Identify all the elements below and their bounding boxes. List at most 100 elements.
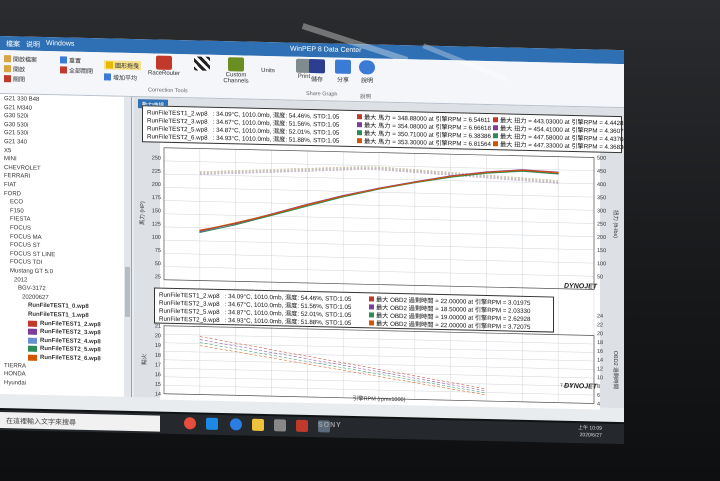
sidebar-item[interactable]: TIERRA xyxy=(4,363,26,369)
lower-y-right-tick-label: 16 xyxy=(597,349,603,355)
y-right-tick-label: 50 xyxy=(597,274,603,280)
y-tick-label: 75 xyxy=(155,248,161,254)
dynojet-logo: DYNOJET xyxy=(564,282,598,291)
edge-icon[interactable] xyxy=(230,418,242,431)
sidebar-item[interactable]: RunFileTEST2_4.wp8 xyxy=(28,337,101,345)
close-all-button[interactable]: 全部關閉 xyxy=(60,65,93,75)
taskbar-clock[interactable]: 上午 10:09 2020/6/27 xyxy=(578,425,602,440)
sidebar-item[interactable]: F150 xyxy=(10,208,24,214)
menu-file[interactable]: 檔案 xyxy=(6,39,20,49)
sidebar-item[interactable]: BGV-3172 xyxy=(18,286,46,293)
y-tick-label: 25 xyxy=(155,274,161,280)
sidebar-item[interactable]: 20200627 xyxy=(22,294,49,301)
refresh-icon xyxy=(60,56,67,64)
sidebar-item[interactable]: G21 530i xyxy=(4,130,28,137)
y-tick-label: 100 xyxy=(152,235,161,241)
help-button[interactable]: 說明 xyxy=(352,60,382,85)
file-tree-sidebar: G21 330 B48 G21 M340 G30 520i G30 530i G21 5… xyxy=(0,94,132,397)
reset-button[interactable]: 重置 xyxy=(60,55,81,65)
windows-icon[interactable] xyxy=(206,417,218,430)
add-average-button[interactable]: 增加平均 xyxy=(104,72,137,82)
series-swatch xyxy=(493,132,498,138)
sidebar-item[interactable]: G21 340 xyxy=(4,139,27,146)
sidebar-item-label: G21 M340 xyxy=(4,104,33,112)
run-color-swatch[interactable] xyxy=(28,337,37,344)
sidebar-item-label: Hyundai xyxy=(4,379,27,387)
sidebar-item[interactable]: FOCUS xyxy=(10,225,31,231)
sidebar-item[interactable]: X5 xyxy=(4,148,11,154)
sidebar-item[interactable]: RunFileTEST1_0.wp8 xyxy=(28,303,89,310)
sidebar-item-label: G21 330 B48 xyxy=(4,96,40,103)
sidebar-item-label: G30 520i xyxy=(4,113,29,120)
sidebar-item[interactable]: FOCUS ST xyxy=(10,242,40,249)
scrollbar-thumb[interactable] xyxy=(125,266,130,317)
sidebar-item[interactable]: MINI xyxy=(4,156,17,162)
sidebar-item[interactable]: ECO xyxy=(10,199,23,205)
lower-y-tick-label: 18 xyxy=(155,353,161,359)
sidebar-item[interactable]: G21 330 B48 xyxy=(4,96,39,103)
sidebar-item[interactable]: 2012 xyxy=(14,277,27,283)
sidebar-item[interactable]: CHEVROLET xyxy=(4,165,41,172)
y-right-tick-label: 100 xyxy=(597,261,606,267)
sidebar-item[interactable]: RunFileTEST2_6.wp8 xyxy=(28,354,101,363)
open-file-button[interactable]: 開啟檔案 xyxy=(4,54,37,64)
lower-y-tick-label: 15 xyxy=(155,382,161,388)
sidebar-item[interactable]: FERRARI xyxy=(4,173,30,180)
run-color-swatch[interactable] xyxy=(28,328,37,336)
sidebar-scrollbar[interactable] xyxy=(124,96,131,397)
app-icon[interactable] xyxy=(296,419,308,432)
sidebar-item[interactable]: G21 M340 xyxy=(4,105,32,112)
store-icon[interactable] xyxy=(274,419,286,432)
series-swatch xyxy=(369,295,374,301)
sidebar-item-label: X5 xyxy=(4,147,12,154)
sidebar-item-label: G21 530i xyxy=(4,130,29,138)
channels-icon xyxy=(228,57,244,72)
close-button[interactable]: 關閉 xyxy=(4,74,25,84)
sidebar-item-label: ECO xyxy=(10,199,24,206)
monitor-frame: 檔案 说明 Windows WinPEP 8 Data Center 開啟檔案 … xyxy=(0,0,720,481)
sidebar-item[interactable]: FIAT xyxy=(4,182,17,188)
sidebar-item[interactable]: RunFileTEST2_5.wp8 xyxy=(28,346,101,354)
y-tick-label: 200 xyxy=(152,182,161,188)
sidebar-item[interactable]: FOCUS ST LINE xyxy=(10,251,55,258)
sidebar-item-label: F150 xyxy=(10,208,24,215)
chrome-icon[interactable] xyxy=(184,417,196,430)
sidebar-item-label: RunFileTEST2_6.wp8 xyxy=(40,354,101,363)
sidebar-item-label: BGV-3172 xyxy=(18,285,46,293)
sidebar-item[interactable]: Mustang GT 5.0 xyxy=(10,268,53,275)
sidebar-item[interactable]: G30 520i xyxy=(4,113,28,120)
menu-windows[interactable]: Windows xyxy=(46,40,74,48)
folder-icon[interactable] xyxy=(252,418,264,431)
open-button[interactable]: 開啟 xyxy=(4,64,25,74)
window-title: WinPEP 8 Data Center xyxy=(290,45,362,55)
max-torque-stats: 最大 扭力 = 443.03000 at 引擎RPM = 4.44285 最大 扭… xyxy=(143,116,624,173)
taskbar-search-input[interactable]: 在這裡輸入文字來搜尋 xyxy=(0,412,160,432)
sidebar-item[interactable]: RunFileTEST2_3.wp8 xyxy=(28,328,101,336)
lower-y-right-tick-label: 20 xyxy=(597,331,603,337)
run-color-swatch[interactable] xyxy=(28,346,37,353)
sidebar-item[interactable]: FORD xyxy=(4,191,21,197)
run-color-swatch[interactable] xyxy=(28,320,37,327)
sidebar-item[interactable]: FIESTA xyxy=(10,217,31,223)
sidebar-item[interactable]: G30 530i xyxy=(4,122,28,129)
sidebar-item[interactable]: FOCUS TDI xyxy=(10,260,42,267)
sidebar-item-label: MINI xyxy=(4,156,17,163)
lower-y-tick-label: 16 xyxy=(155,372,161,378)
sidebar-item[interactable]: FOCUS MA xyxy=(10,234,42,241)
menu-help[interactable]: 说明 xyxy=(26,40,40,50)
max-hp-stats: 最大 馬力 = 348.88000 at 引擎RPM = 6.54611 最大 馬… xyxy=(143,113,621,159)
sidebar-item[interactable]: Hyundai xyxy=(4,380,26,386)
folder-icon xyxy=(4,65,11,73)
sidebar-item-label: RunFileTEST2_4.wp8 xyxy=(40,337,101,346)
lower-y-right-tick-label: 12 xyxy=(597,366,603,372)
sidebar-item[interactable]: RunFileTEST1_1.wp8 xyxy=(28,312,89,319)
lower-y-right-tick-label: 22 xyxy=(597,322,603,328)
run-color-swatch[interactable] xyxy=(28,354,37,361)
rpm-readout: 7.412 xyxy=(560,382,573,389)
sidebar-item[interactable]: RunFileTEST1_2.wp8 xyxy=(28,320,101,328)
sidebar-item[interactable]: HONDA xyxy=(4,371,26,377)
series-swatch xyxy=(369,311,374,317)
race-icon xyxy=(156,55,172,70)
legend-stat-row: 最大 馬力 = 353.30000 at 引擎RPM = 6.81564 xyxy=(357,136,491,148)
graph-drag-button[interactable]: 圖形拖曳 xyxy=(104,60,142,71)
